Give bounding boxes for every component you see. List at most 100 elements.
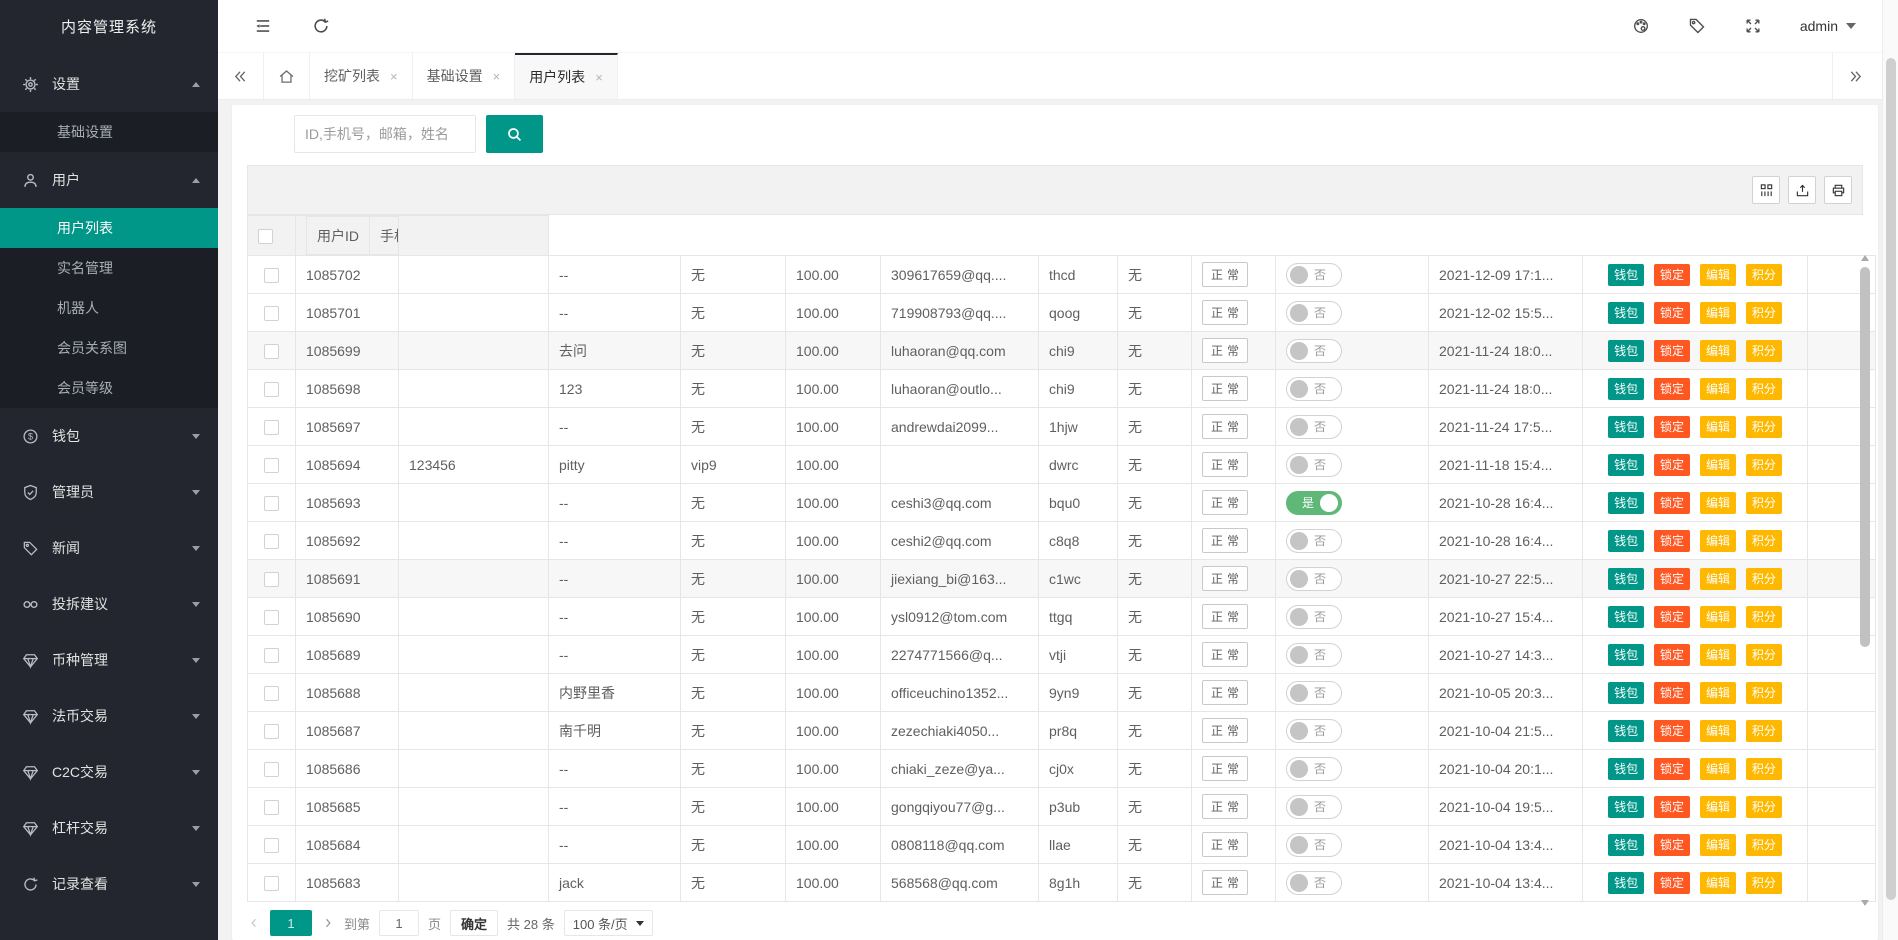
edit-button[interactable]: 编辑 [1700, 340, 1736, 362]
points-button[interactable]: 积分 [1746, 378, 1782, 400]
row-checkbox[interactable] [264, 496, 279, 511]
lock-button[interactable]: 锁定 [1654, 302, 1690, 324]
page-scrollbar[interactable] [1882, 0, 1898, 940]
row-checkbox[interactable] [264, 458, 279, 473]
sidebar-item-c2c-trade[interactable]: C2C交易 [0, 744, 218, 800]
edit-button[interactable]: 编辑 [1700, 872, 1736, 894]
blind-box-toggle[interactable]: 否 [1286, 833, 1342, 857]
edit-button[interactable]: 编辑 [1700, 644, 1736, 666]
lock-button[interactable]: 锁定 [1654, 454, 1690, 476]
lock-button[interactable]: 锁定 [1654, 340, 1690, 362]
edit-button[interactable]: 编辑 [1700, 568, 1736, 590]
lock-button[interactable]: 锁定 [1654, 416, 1690, 438]
blind-box-toggle[interactable]: 否 [1286, 871, 1342, 895]
lock-button[interactable]: 锁定 [1654, 796, 1690, 818]
sidebar-item-feedback[interactable]: 投拆建议 [0, 576, 218, 632]
sidebar-subitem[interactable]: 会员等级 [0, 368, 218, 408]
points-button[interactable]: 积分 [1746, 796, 1782, 818]
sidebar-subitem[interactable]: 基础设置 [0, 112, 218, 152]
wallet-button[interactable]: 钱包 [1608, 682, 1644, 704]
lock-button[interactable]: 锁定 [1654, 720, 1690, 742]
row-checkbox[interactable] [264, 724, 279, 739]
blind-box-toggle[interactable]: 否 [1286, 681, 1342, 705]
edit-button[interactable]: 编辑 [1700, 720, 1736, 742]
tab-item[interactable]: 用户列表 × [515, 53, 618, 99]
points-button[interactable]: 积分 [1746, 758, 1782, 780]
search-input[interactable] [294, 115, 476, 153]
collapse-sidebar-icon[interactable] [254, 17, 272, 35]
close-icon[interactable]: × [493, 70, 501, 83]
prev-page-button[interactable] [247, 917, 261, 929]
sidebar-subitem[interactable]: 实名管理 [0, 248, 218, 288]
lock-button[interactable]: 锁定 [1654, 644, 1690, 666]
lock-button[interactable]: 锁定 [1654, 264, 1690, 286]
points-button[interactable]: 积分 [1746, 606, 1782, 628]
edit-button[interactable]: 编辑 [1700, 416, 1736, 438]
refresh-icon[interactable] [312, 17, 330, 35]
wallet-button[interactable]: 钱包 [1608, 834, 1644, 856]
row-checkbox[interactable] [264, 306, 279, 321]
points-button[interactable]: 积分 [1746, 834, 1782, 856]
blind-box-toggle[interactable]: 否 [1286, 301, 1342, 325]
lock-button[interactable]: 锁定 [1654, 682, 1690, 704]
points-button[interactable]: 积分 [1746, 302, 1782, 324]
lock-button[interactable]: 锁定 [1654, 758, 1690, 780]
table-scrollbar-thumb[interactable] [1860, 267, 1870, 647]
row-checkbox[interactable] [264, 876, 279, 891]
wallet-button[interactable]: 钱包 [1608, 302, 1644, 324]
points-button[interactable]: 积分 [1746, 492, 1782, 514]
close-icon[interactable]: × [390, 70, 398, 83]
wallet-button[interactable]: 钱包 [1608, 378, 1644, 400]
export-button[interactable] [1788, 176, 1816, 204]
lock-button[interactable]: 锁定 [1654, 378, 1690, 400]
scroll-down-icon[interactable] [1861, 900, 1869, 906]
row-checkbox[interactable] [264, 610, 279, 625]
points-button[interactable]: 积分 [1746, 530, 1782, 552]
wallet-button[interactable]: 钱包 [1608, 644, 1644, 666]
blind-box-toggle[interactable]: 否 [1286, 529, 1342, 553]
points-button[interactable]: 积分 [1746, 340, 1782, 362]
blind-box-toggle[interactable]: 否 [1286, 339, 1342, 363]
edit-button[interactable]: 编辑 [1700, 454, 1736, 476]
edit-button[interactable]: 编辑 [1700, 834, 1736, 856]
sidebar-item-user[interactable]: 用户 [0, 152, 218, 208]
sidebar-item-news[interactable]: 新闻 [0, 520, 218, 576]
row-checkbox[interactable] [264, 648, 279, 663]
points-button[interactable]: 积分 [1746, 644, 1782, 666]
wallet-button[interactable]: 钱包 [1608, 454, 1644, 476]
edit-button[interactable]: 编辑 [1700, 758, 1736, 780]
row-checkbox[interactable] [264, 344, 279, 359]
wallet-button[interactable]: 钱包 [1608, 872, 1644, 894]
edit-button[interactable]: 编辑 [1700, 264, 1736, 286]
row-checkbox[interactable] [264, 800, 279, 815]
row-checkbox[interactable] [264, 762, 279, 777]
wallet-button[interactable]: 钱包 [1608, 340, 1644, 362]
blind-box-toggle[interactable]: 否 [1286, 453, 1342, 477]
sidebar-item-records[interactable]: 记录查看 [0, 856, 218, 912]
confirm-page-button[interactable]: 确定 [450, 910, 498, 936]
blind-box-toggle[interactable]: 否 [1286, 643, 1342, 667]
blind-box-toggle[interactable]: 否 [1286, 605, 1342, 629]
admin-dropdown[interactable]: admin [1800, 18, 1856, 34]
sidebar-subitem[interactable]: 机器人 [0, 288, 218, 328]
blind-box-toggle[interactable]: 否 [1286, 377, 1342, 401]
sidebar-item-fiat-trade[interactable]: 法币交易 [0, 688, 218, 744]
edit-button[interactable]: 编辑 [1700, 682, 1736, 704]
sidebar-item-settings[interactable]: 设置 [0, 56, 218, 112]
lock-button[interactable]: 锁定 [1654, 872, 1690, 894]
sidebar-item-margin-trade[interactable]: 杠杆交易 [0, 800, 218, 856]
row-checkbox[interactable] [264, 572, 279, 587]
fullscreen-icon[interactable] [1744, 17, 1762, 35]
lock-button[interactable]: 锁定 [1654, 834, 1690, 856]
close-icon[interactable]: × [595, 71, 603, 84]
sidebar-item-coin-manage[interactable]: 币种管理 [0, 632, 218, 688]
page-size-select[interactable]: 100 条/页 [564, 910, 653, 936]
tab-item[interactable]: 挖矿列表 × [310, 53, 413, 99]
sidebar-subitem[interactable]: 用户列表 [0, 208, 218, 248]
sidebar-subitem[interactable]: 会员关系图 [0, 328, 218, 368]
row-checkbox[interactable] [264, 534, 279, 549]
tabs-scroll-left[interactable] [218, 53, 264, 99]
wallet-button[interactable]: 钱包 [1608, 264, 1644, 286]
edit-button[interactable]: 编辑 [1700, 606, 1736, 628]
print-button[interactable] [1824, 176, 1852, 204]
